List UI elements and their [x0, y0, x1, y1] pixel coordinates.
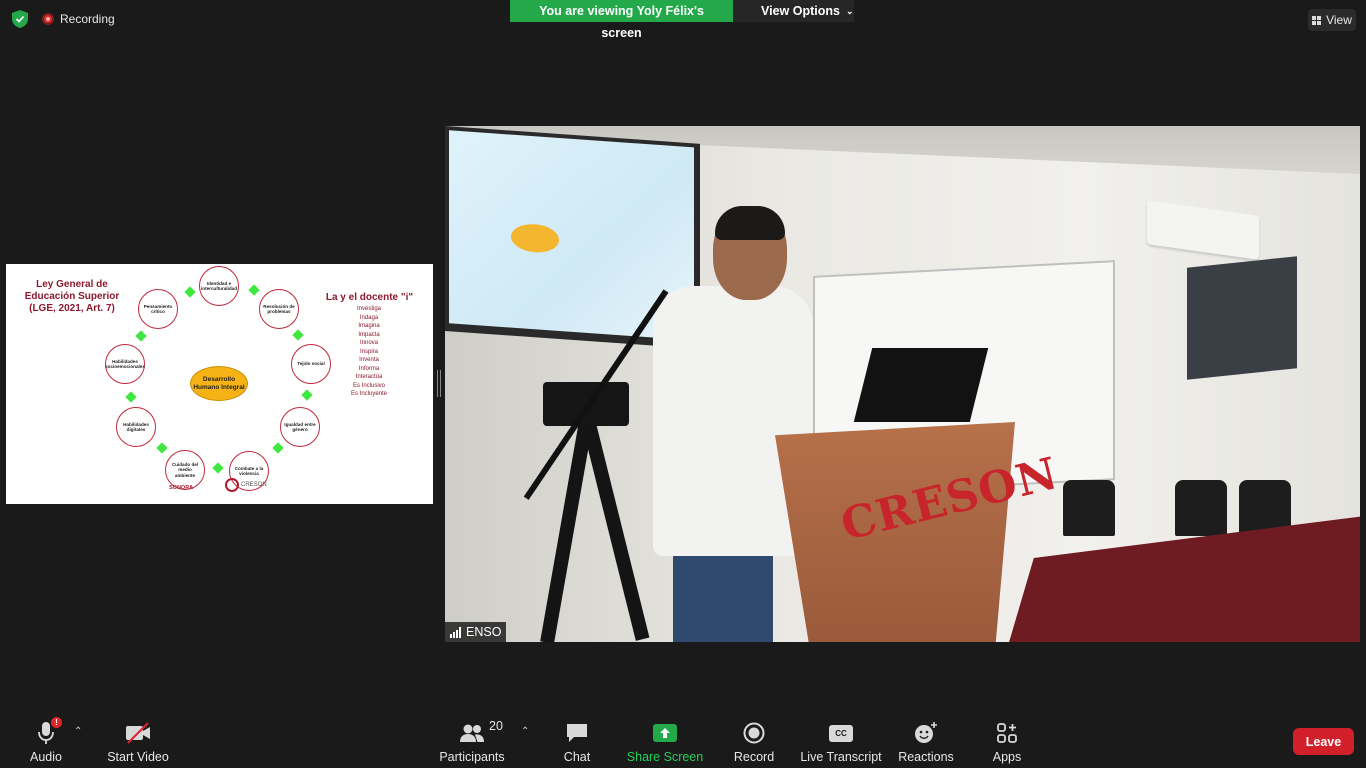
view-label: View	[1326, 13, 1352, 27]
i-list-item: Es Inclusivo	[352, 382, 385, 389]
start-video-label: Start Video	[107, 750, 169, 764]
diagram-node: Resolución de problemas	[259, 289, 299, 329]
diagram-node: Pensamiento crítico	[138, 289, 178, 329]
sonora-logo: SONORA	[169, 485, 194, 491]
slide-subtitle: La y el docente "i"	[325, 292, 414, 303]
diagram-node: Igualdad entre género	[280, 407, 320, 447]
share-screen-icon	[653, 724, 677, 742]
participant-video[interactable]: CRESON	[445, 126, 1360, 642]
apps-button[interactable]: Apps	[990, 712, 1024, 768]
record-icon	[743, 722, 765, 744]
video-person-hair	[715, 206, 785, 240]
signal-strength-icon	[450, 626, 461, 638]
participants-count: 20	[489, 719, 503, 733]
recording-dot-icon	[42, 13, 54, 25]
arrow-icon	[156, 442, 168, 454]
video-chair	[1175, 480, 1227, 536]
chat-label: Chat	[563, 750, 591, 764]
participants-label: Participants	[439, 750, 505, 764]
participants-options-caret-icon[interactable]: ⌃	[521, 726, 529, 737]
arrow-icon	[125, 391, 137, 403]
reactions-label: Reactions	[898, 750, 954, 764]
encryption-shield-icon[interactable]	[12, 10, 28, 28]
i-list-item: Es Incluyente	[350, 391, 388, 397]
arrow-icon	[292, 329, 304, 341]
audio-alert-icon: !	[51, 717, 62, 728]
participant-name: ENSO	[466, 625, 502, 639]
meeting-status: Recording	[12, 10, 115, 28]
diagram-node: Identidad e interculturalidad	[199, 266, 239, 306]
viewing-banner: You are viewing Yoly Félix's screen	[510, 0, 733, 40]
diagram-node: Cuidado del medio ambiente	[165, 450, 205, 490]
slide-title: Ley General de Educación Superior (LGE, …	[24, 279, 120, 314]
arrow-icon	[248, 284, 260, 296]
i-list-item: Imagina	[358, 323, 380, 329]
apps-label: Apps	[992, 750, 1022, 764]
i-list-item: Indaga	[359, 314, 379, 321]
participants-button[interactable]: 20 Participants	[439, 712, 505, 768]
shared-screen[interactable]: Ley General de Educación Superior (LGE, …	[6, 264, 433, 504]
panel-resize-handle[interactable]	[437, 370, 441, 397]
arrow-icon	[184, 286, 196, 298]
view-options-button[interactable]: View Options ⌄	[733, 0, 854, 22]
record-label: Record	[733, 750, 775, 764]
arrow-icon	[212, 462, 224, 474]
i-list-item: Investiga	[356, 306, 381, 312]
live-transcript-button[interactable]: CC Live Transcript	[800, 712, 882, 768]
closed-caption-icon: CC	[829, 724, 853, 742]
creson-logo-text: CRESON	[241, 482, 267, 488]
diagram-node: Tejido social	[291, 344, 331, 384]
slide-i-list: Investiga Indaga Imagina Impacta Innova …	[338, 305, 400, 399]
grid-icon	[1312, 15, 1322, 25]
view-button[interactable]: View	[1308, 9, 1356, 31]
share-screen-label: Share Screen	[626, 750, 704, 764]
participants-icon	[460, 724, 484, 742]
center-node: Desarrollo Humano Integral	[190, 366, 248, 401]
reactions-icon	[915, 722, 937, 743]
i-list-item: Informa	[358, 365, 380, 372]
start-video-button[interactable]: Start Video	[107, 712, 169, 768]
i-list-item: Inventa	[359, 357, 379, 363]
audio-options-caret-icon[interactable]: ⌃	[74, 726, 82, 737]
video-chair	[1063, 480, 1115, 536]
meeting-toolbar: ! Audio ⌃ Start Video 20 Participants ⌃	[0, 712, 1366, 768]
chat-button[interactable]: Chat	[558, 712, 596, 768]
arrow-icon	[301, 389, 313, 401]
chevron-down-icon: ⌄	[845, 6, 854, 16]
view-options-label: View Options	[761, 4, 840, 18]
video-person-legs	[673, 546, 773, 642]
i-list-item: Innova	[359, 340, 378, 346]
share-screen-button[interactable]: Share Screen	[626, 712, 704, 768]
i-list-item: Interactúa	[355, 374, 383, 380]
chat-icon	[567, 724, 587, 742]
reactions-button[interactable]: Reactions	[898, 712, 954, 768]
arrow-icon	[135, 330, 147, 342]
video-tv-blob	[511, 222, 559, 254]
i-list-item: Impacta	[358, 331, 380, 338]
screen-share-bar: You are viewing Yoly Félix's screen View…	[510, 0, 854, 40]
recording-label: Recording	[60, 12, 115, 26]
apps-icon	[997, 723, 1017, 743]
record-button[interactable]: Record	[734, 712, 774, 768]
video-tv-right	[1187, 256, 1297, 380]
video-laptop	[853, 348, 989, 422]
participant-name-tag: ENSO	[445, 622, 507, 642]
video-off-icon	[126, 722, 150, 744]
i-list-item: Inspira	[359, 348, 378, 355]
diagram-node: Habilidades digitales	[116, 407, 156, 447]
recording-indicator[interactable]: Recording	[42, 12, 115, 26]
creson-logo: CRESON	[225, 478, 267, 492]
creson-mark-icon	[225, 478, 239, 492]
diagram-node: Habilidades socioemocionales	[105, 344, 145, 384]
leave-button[interactable]: Leave	[1293, 728, 1354, 755]
audio-label: Audio	[30, 750, 62, 764]
audio-button[interactable]: ! Audio	[26, 712, 66, 768]
arrow-icon	[272, 442, 284, 454]
live-transcript-label: Live Transcript	[800, 750, 882, 764]
